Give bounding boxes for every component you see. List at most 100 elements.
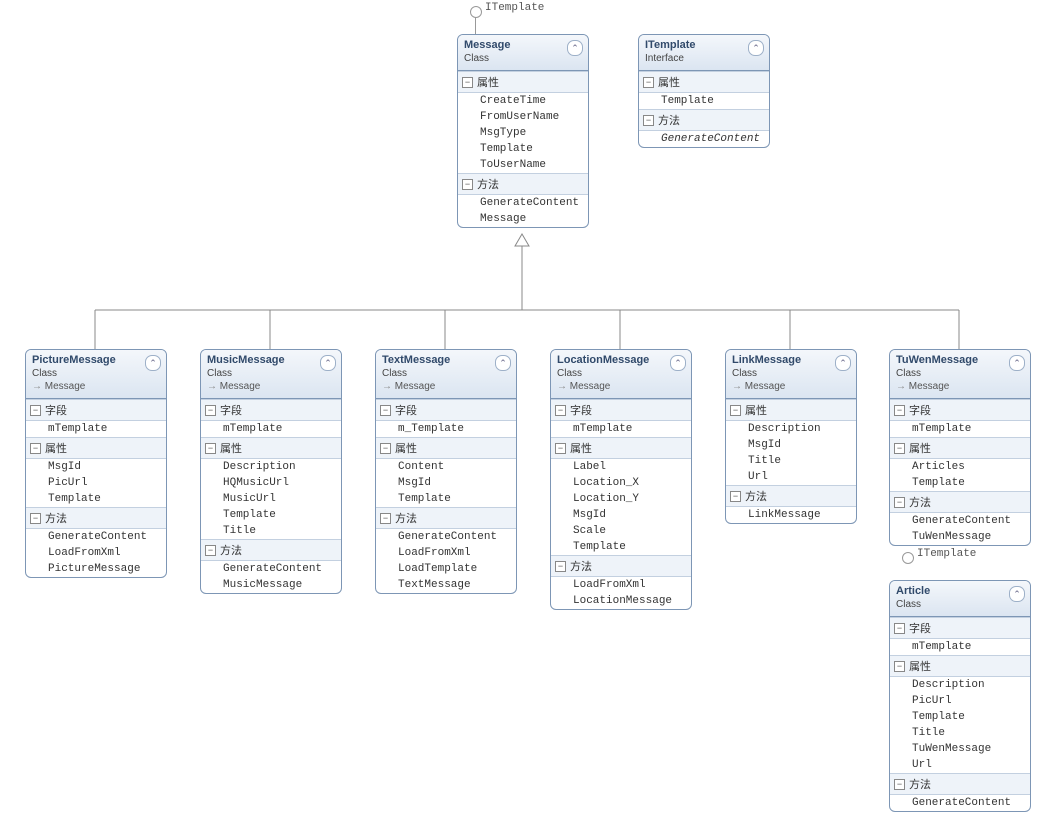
props-item[interactable]: Title xyxy=(890,725,1030,741)
section-methods[interactable]: −方法 xyxy=(890,773,1030,795)
collapse-icon[interactable]: ⌃ xyxy=(320,355,336,371)
collapse-icon[interactable]: ⌃ xyxy=(1009,355,1025,371)
section-props[interactable]: −属性 xyxy=(376,437,516,459)
fields-item[interactable]: mTemplate xyxy=(26,421,166,437)
toggle-icon[interactable]: − xyxy=(462,179,473,190)
props-item[interactable]: Title xyxy=(201,523,341,539)
props-item[interactable]: TuWenMessage xyxy=(890,741,1030,757)
props-item[interactable]: Scale xyxy=(551,523,691,539)
collapse-icon[interactable]: ⌃ xyxy=(495,355,511,371)
props-item[interactable]: Description xyxy=(726,421,856,437)
section-props[interactable]: −属性 xyxy=(26,437,166,459)
methods-item[interactable]: GenerateContent xyxy=(201,561,341,577)
toggle-icon[interactable]: − xyxy=(894,779,905,790)
fields-item[interactable]: m_Template xyxy=(376,421,516,437)
props-item[interactable]: MsgId xyxy=(726,437,856,453)
fields-item[interactable]: mTemplate xyxy=(201,421,341,437)
props-item[interactable]: Url xyxy=(726,469,856,485)
collapse-icon[interactable]: ⌃ xyxy=(670,355,686,371)
methods-item[interactable]: MusicMessage xyxy=(201,577,341,593)
section-props[interactable]: −属性 xyxy=(890,437,1030,459)
section-props[interactable]: −属性 xyxy=(639,71,769,93)
section-fields[interactable]: −字段 xyxy=(376,399,516,421)
class-header[interactable]: ArticleClass⌃ xyxy=(890,581,1030,617)
props-item[interactable]: Template xyxy=(551,539,691,555)
class-header[interactable]: ITemplateInterface⌃ xyxy=(639,35,769,71)
collapse-icon[interactable]: ⌃ xyxy=(748,40,764,56)
toggle-icon[interactable]: − xyxy=(30,513,41,524)
toggle-icon[interactable]: − xyxy=(894,623,905,634)
props-item[interactable]: Location_Y xyxy=(551,491,691,507)
toggle-icon[interactable]: − xyxy=(205,443,216,454)
class-header[interactable]: TextMessageClassMessage⌃ xyxy=(376,350,516,399)
methods-item[interactable]: LocationMessage xyxy=(551,593,691,609)
fields-item[interactable]: mTemplate xyxy=(890,639,1030,655)
fields-item[interactable]: mTemplate xyxy=(890,421,1030,437)
methods-item[interactable]: GenerateContent xyxy=(639,131,769,147)
toggle-icon[interactable]: − xyxy=(30,405,41,416)
props-item[interactable]: Template xyxy=(201,507,341,523)
props-item[interactable]: Articles xyxy=(890,459,1030,475)
props-item[interactable]: PicUrl xyxy=(26,475,166,491)
props-item[interactable]: CreateTime xyxy=(458,93,588,109)
methods-item[interactable]: PictureMessage xyxy=(26,561,166,577)
section-methods[interactable]: −方法 xyxy=(890,491,1030,513)
section-props[interactable]: −属性 xyxy=(890,655,1030,677)
toggle-icon[interactable]: − xyxy=(730,491,741,502)
props-item[interactable]: Template xyxy=(890,475,1030,491)
methods-item[interactable]: GenerateContent xyxy=(458,195,588,211)
props-item[interactable]: Url xyxy=(890,757,1030,773)
methods-item[interactable]: TextMessage xyxy=(376,577,516,593)
props-item[interactable]: Label xyxy=(551,459,691,475)
class-tuwen[interactable]: TuWenMessageClassMessage⌃−字段mTemplate−属性… xyxy=(889,349,1031,546)
class-header[interactable]: PictureMessageClassMessage⌃ xyxy=(26,350,166,399)
toggle-icon[interactable]: − xyxy=(462,77,473,88)
section-methods[interactable]: −方法 xyxy=(639,109,769,131)
section-methods[interactable]: −方法 xyxy=(551,555,691,577)
props-item[interactable]: Description xyxy=(201,459,341,475)
methods-item[interactable]: LoadFromXml xyxy=(376,545,516,561)
class-header[interactable]: LocationMessageClassMessage⌃ xyxy=(551,350,691,399)
collapse-icon[interactable]: ⌃ xyxy=(567,40,583,56)
toggle-icon[interactable]: − xyxy=(30,443,41,454)
toggle-icon[interactable]: − xyxy=(205,545,216,556)
props-item[interactable]: MsgId xyxy=(376,475,516,491)
section-methods[interactable]: −方法 xyxy=(376,507,516,529)
collapse-icon[interactable]: ⌃ xyxy=(835,355,851,371)
class-header[interactable]: LinkMessageClassMessage⌃ xyxy=(726,350,856,399)
props-item[interactable]: FromUserName xyxy=(458,109,588,125)
props-item[interactable]: MusicUrl xyxy=(201,491,341,507)
section-fields[interactable]: −字段 xyxy=(551,399,691,421)
props-item[interactable]: HQMusicUrl xyxy=(201,475,341,491)
toggle-icon[interactable]: − xyxy=(730,405,741,416)
methods-item[interactable]: LoadTemplate xyxy=(376,561,516,577)
section-fields[interactable]: −字段 xyxy=(201,399,341,421)
class-text[interactable]: TextMessageClassMessage⌃−字段m_Template−属性… xyxy=(375,349,517,594)
methods-item[interactable]: LoadFromXml xyxy=(551,577,691,593)
props-item[interactable]: Template xyxy=(639,93,769,109)
class-message[interactable]: MessageClass⌃−属性CreateTimeFromUserNameMs… xyxy=(457,34,589,228)
methods-item[interactable]: LinkMessage xyxy=(726,507,856,523)
methods-item[interactable]: LoadFromXml xyxy=(26,545,166,561)
section-fields[interactable]: −字段 xyxy=(890,617,1030,639)
props-item[interactable]: Description xyxy=(890,677,1030,693)
section-methods[interactable]: −方法 xyxy=(458,173,588,195)
class-itemplate[interactable]: ITemplateInterface⌃−属性Template−方法Generat… xyxy=(638,34,770,148)
props-item[interactable]: Title xyxy=(726,453,856,469)
class-location[interactable]: LocationMessageClassMessage⌃−字段mTemplate… xyxy=(550,349,692,610)
toggle-icon[interactable]: − xyxy=(643,77,654,88)
class-article[interactable]: ArticleClass⌃−字段mTemplate−属性DescriptionP… xyxy=(889,580,1031,812)
toggle-icon[interactable]: − xyxy=(643,115,654,126)
props-item[interactable]: Location_X xyxy=(551,475,691,491)
toggle-icon[interactable]: − xyxy=(894,443,905,454)
methods-item[interactable]: Message xyxy=(458,211,588,227)
section-methods[interactable]: −方法 xyxy=(26,507,166,529)
methods-item[interactable]: GenerateContent xyxy=(376,529,516,545)
toggle-icon[interactable]: − xyxy=(894,497,905,508)
props-item[interactable]: MsgId xyxy=(551,507,691,523)
section-props[interactable]: −属性 xyxy=(726,399,856,421)
toggle-icon[interactable]: − xyxy=(894,661,905,672)
methods-item[interactable]: GenerateContent xyxy=(26,529,166,545)
props-item[interactable]: Content xyxy=(376,459,516,475)
props-item[interactable]: Template xyxy=(376,491,516,507)
